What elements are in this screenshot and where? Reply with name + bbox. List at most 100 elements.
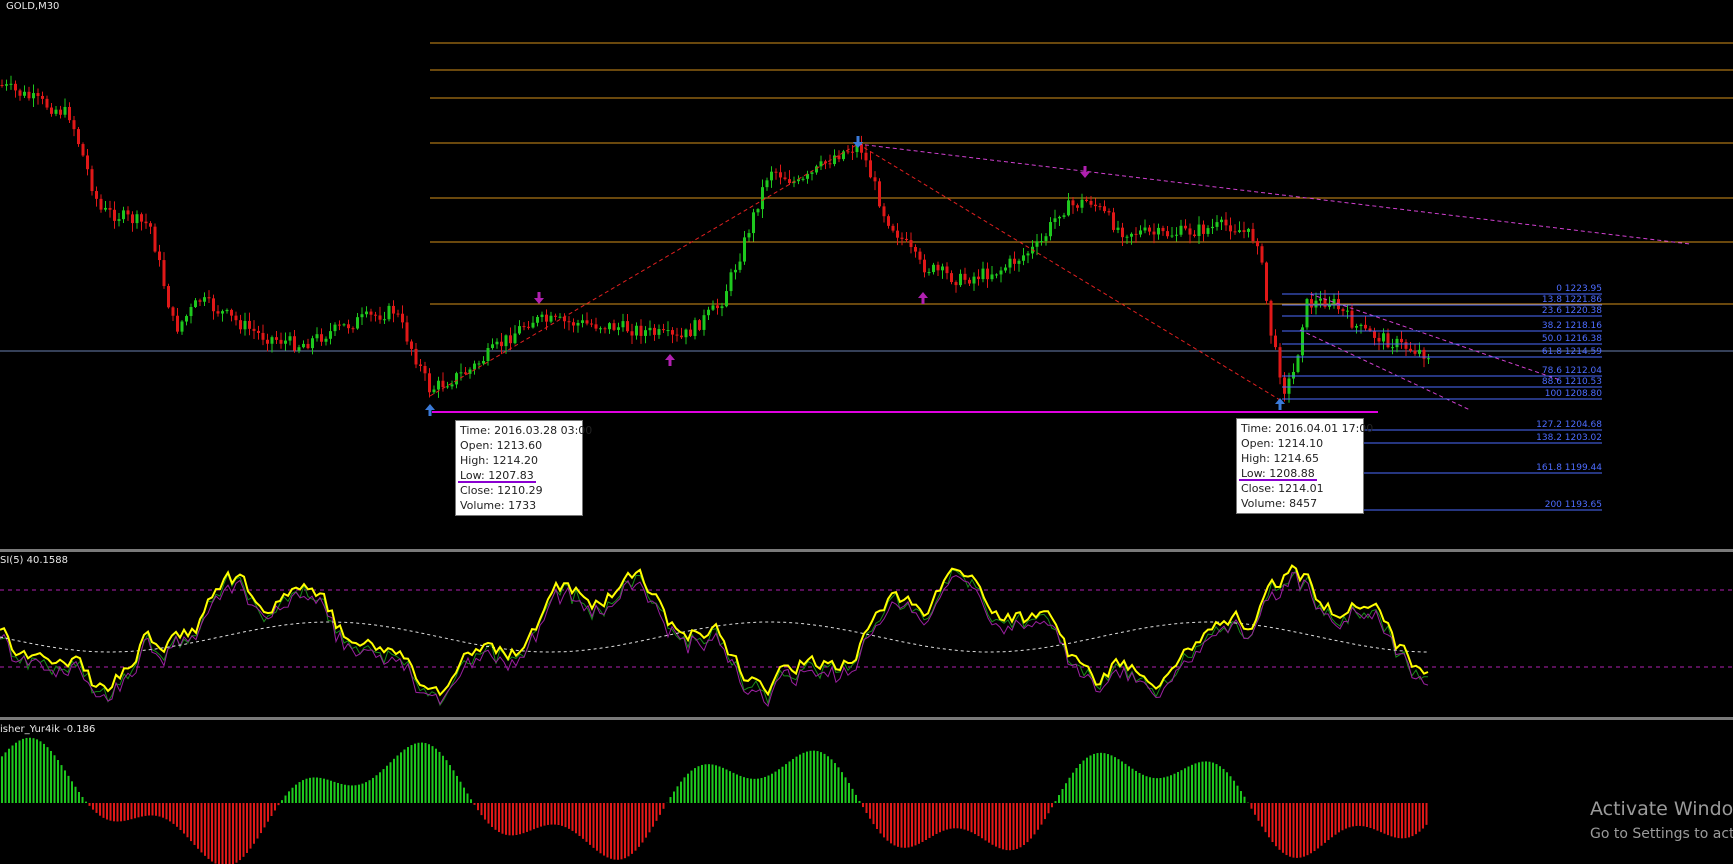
candle-body [1346, 310, 1349, 312]
candle-body [621, 321, 625, 328]
candle-body [666, 330, 670, 332]
candle-tooltip-1: Time: 2016.03.28 03:00 Open: 1213.60 Hig… [455, 420, 592, 516]
candle-body [104, 207, 107, 210]
candle-body [5, 84, 8, 86]
candle-body [1062, 215, 1066, 217]
fisher-canvas[interactable] [0, 720, 1733, 864]
candle-body [1094, 204, 1097, 207]
candle-body [360, 314, 364, 318]
candle-body [275, 337, 278, 340]
candle-body [1134, 233, 1138, 235]
fibonacci-level-label: 88.6 1210.53 [1541, 377, 1602, 387]
candle-body [581, 320, 584, 323]
candle-body [819, 161, 823, 167]
rsi-indicator-pane[interactable]: SI(5) 40.1588 [0, 552, 1733, 717]
candle-body [927, 272, 931, 274]
trading-terminal: GOLD,M30 0 1223.95 13.8 1221.86 23.6 1220.… [0, 0, 1733, 864]
fibonacci-level-label: 127.2 1204.68 [1536, 420, 1602, 430]
candle-body [662, 329, 665, 331]
fractal-arrow-icon [534, 292, 544, 304]
candle-body [545, 314, 548, 322]
candle-body [936, 264, 940, 271]
candle-body [378, 315, 382, 320]
fisher-indicator-pane[interactable]: isher_Yur4ik -0.186 Activate Window Go t… [0, 720, 1733, 864]
candle-body [1044, 236, 1048, 242]
candle-body [950, 273, 953, 283]
candle-body [50, 107, 53, 114]
candle-body [698, 320, 701, 330]
tooltip-high: High: 1214.65 [1241, 452, 1319, 465]
candle-body [1058, 216, 1061, 219]
tooltip-volume: Volume: 8457 [1241, 497, 1318, 510]
candle-body [486, 348, 490, 362]
candle-body [1418, 349, 1421, 354]
candle-body [1377, 337, 1381, 342]
candle-body [122, 210, 125, 220]
candle-body [828, 163, 832, 165]
candle-body [644, 330, 647, 336]
candle-body [369, 311, 373, 315]
candle-body [1197, 224, 1201, 236]
candle-body [333, 324, 337, 332]
candle-body [14, 83, 17, 91]
candle-body [36, 93, 40, 96]
candle-body [167, 286, 170, 308]
candle-body [590, 323, 593, 325]
candle-body [954, 282, 958, 286]
candle-body [329, 331, 332, 339]
candle-body [864, 152, 868, 161]
candle-body [918, 251, 922, 260]
candle-body [608, 323, 611, 330]
candle-body [455, 373, 458, 385]
price-chart-pane[interactable]: GOLD,M30 0 1223.95 13.8 1221.86 23.6 1220.… [0, 0, 1733, 549]
candle-body [194, 300, 197, 308]
candle-body [27, 91, 31, 99]
candle-body [419, 364, 422, 366]
candle-body [932, 264, 935, 273]
candle-body [270, 337, 274, 344]
candle-body [234, 315, 238, 321]
candle-body [81, 144, 85, 156]
candle-body [1427, 358, 1430, 360]
tooltip-volume: Volume: 1733 [460, 499, 537, 512]
candle-body [423, 365, 427, 374]
candle-body [1224, 219, 1228, 226]
candle-body [734, 269, 737, 273]
candle-body [554, 315, 557, 317]
candle-body [801, 178, 805, 180]
candle-body [1170, 235, 1174, 237]
candle-body [846, 151, 850, 153]
candle-body [140, 214, 143, 222]
candle-body [1035, 241, 1039, 247]
candle-body [365, 311, 368, 315]
candle-body [1107, 211, 1111, 213]
candle-body [1188, 228, 1192, 235]
candle-tooltip-2: Time: 2016.04.01 17:00 Open: 1214.10 Hig… [1236, 418, 1374, 514]
candle-body [1206, 228, 1210, 234]
rsi-canvas[interactable] [0, 552, 1733, 717]
candle-body [873, 177, 877, 182]
candle-body [1314, 300, 1318, 308]
candle-body [509, 335, 512, 344]
candle-body [1274, 335, 1277, 348]
candle-body [1116, 227, 1120, 230]
price-chart-canvas[interactable] [0, 0, 1733, 549]
candle-body [392, 305, 395, 314]
candle-body [725, 291, 728, 307]
candle-body [1193, 234, 1196, 236]
candle-body [788, 179, 791, 184]
fibonacci-level-label: 78.6 1212.04 [1541, 366, 1602, 376]
tooltip-time: Time: 2016.04.01 17:00 [1241, 422, 1374, 435]
candle-body [401, 313, 404, 323]
candle-body [522, 326, 526, 328]
fractal-arrow-icon [1275, 398, 1285, 410]
candle-body [1085, 199, 1088, 201]
candle-body [716, 305, 719, 309]
candle-body [1067, 200, 1070, 216]
candle-body [1211, 226, 1214, 229]
candle-body [405, 322, 409, 342]
candle-body [252, 328, 256, 331]
candle-body [585, 320, 589, 324]
candle-body [999, 270, 1003, 275]
candle-body [450, 384, 454, 387]
